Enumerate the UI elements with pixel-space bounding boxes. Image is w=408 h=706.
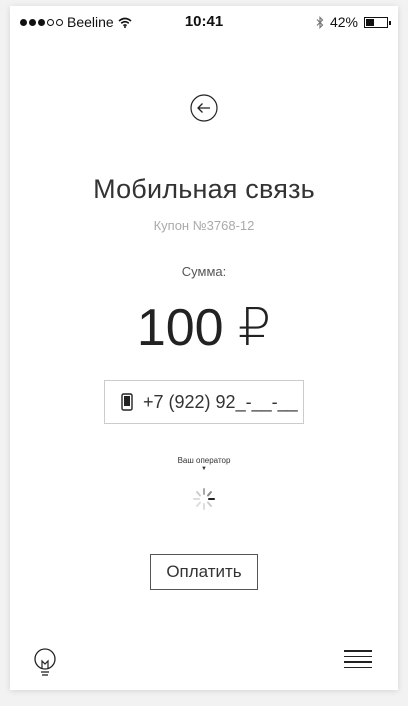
phone-screen: Beeline 10:41 42% Мобильная связь Купон … [10, 6, 398, 690]
battery-icon [364, 16, 391, 28]
coupon-number: Купон №3768-12 [153, 218, 255, 233]
menu-line [344, 650, 372, 652]
status-bar: Beeline 10:41 42% [10, 6, 398, 40]
mobile-phone-icon [121, 393, 133, 411]
pay-button[interactable]: Оплатить [150, 554, 258, 590]
menu-line [344, 655, 372, 657]
back-arrow-icon[interactable] [190, 94, 218, 122]
menu-icon[interactable] [344, 650, 372, 670]
bluetooth-icon [316, 15, 324, 29]
payment-amount: 100 ₽ [136, 299, 272, 357]
sum-label: Сумма: [181, 264, 227, 279]
phone-number-input[interactable]: +7 (922) 92_-__-__ [104, 380, 304, 424]
battery-fill [366, 18, 374, 26]
menu-line [344, 661, 372, 663]
menu-line [344, 666, 372, 668]
status-right: 42% [316, 14, 391, 30]
caret-down-icon: ▼ [201, 466, 207, 472]
battery-percent: 42% [329, 14, 358, 30]
page-title: Мобильная связь [93, 174, 315, 204]
phone-number-value: +7 (922) 92_-__-__ [143, 391, 298, 412]
operator-label: Ваш оператор [177, 456, 231, 465]
loading-spinner-icon [193, 488, 215, 510]
lightbulb-icon[interactable] [32, 648, 58, 676]
